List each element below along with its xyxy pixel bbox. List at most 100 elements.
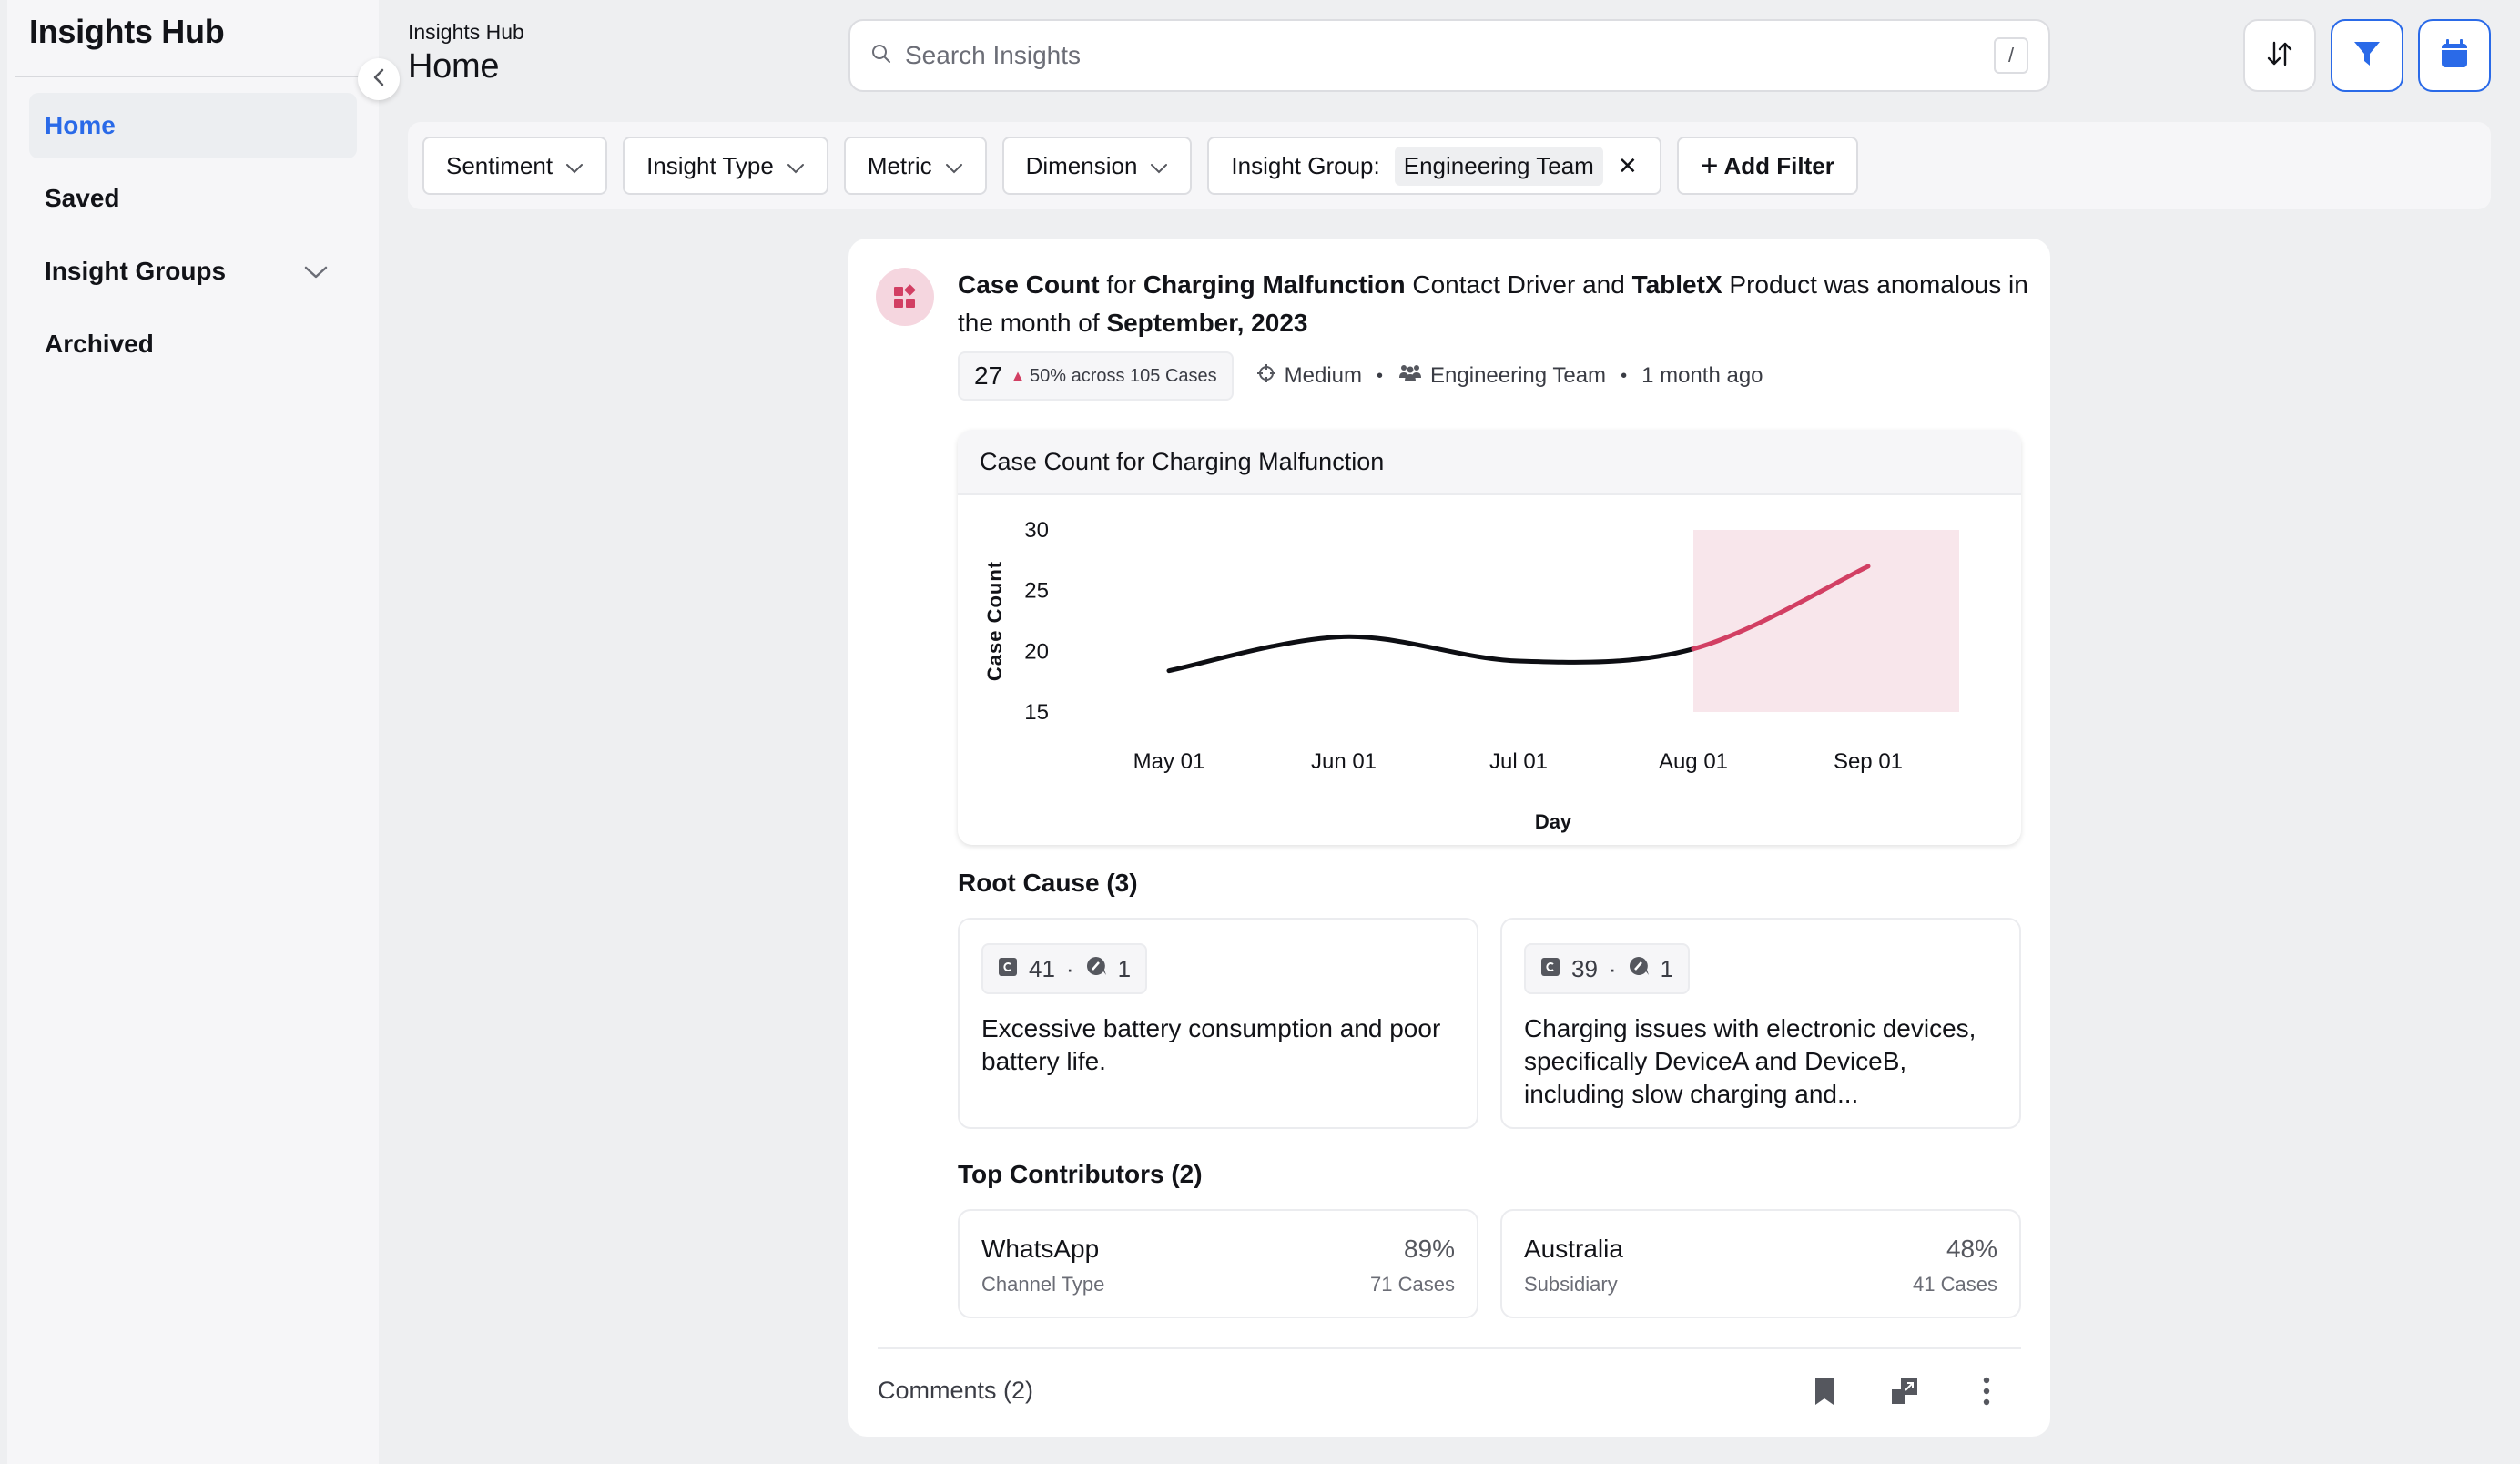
filter-metric[interactable]: Metric	[843, 137, 987, 195]
line-chart: 15 20 25 30 May 01 Jun 01 Jul 01 Aug 01 Sep 01 Ca…	[983, 518, 1959, 833]
trend-up-icon: ▲	[1010, 366, 1026, 385]
sort-icon	[2264, 38, 2295, 74]
date-range-button[interactable]	[2418, 19, 2491, 92]
root-cause-stats: 39 · 1	[1524, 943, 1691, 994]
root-cause-text: Excessive battery consumption and poor b…	[981, 1014, 1441, 1075]
sidebar-item-insight-groups[interactable]: Insight Groups	[29, 239, 357, 304]
headline-text: for	[1099, 270, 1143, 299]
app-title: Insights Hub	[29, 13, 225, 50]
open-external-button[interactable]	[1886, 1375, 1923, 1411]
search-bar[interactable]: /	[848, 19, 2050, 92]
contributor-card[interactable]: Australia Subsidiary 48% 41 Cases	[1500, 1209, 2021, 1318]
filter-value-chip: Engineering Team	[1394, 146, 1603, 186]
filter-dimension[interactable]: Dimension	[1001, 137, 1193, 195]
sidebar-divider	[15, 76, 364, 77]
contributor-percent: 89%	[1403, 1235, 1455, 1263]
priority-label: Medium	[1284, 363, 1363, 388]
comment-count: 1	[1117, 954, 1132, 982]
insight-type-icon	[876, 268, 934, 326]
y-tick-label: 20	[1024, 639, 1049, 664]
chevron-down-icon	[787, 152, 805, 180]
target-icon	[1255, 362, 1277, 391]
close-icon[interactable]: ✕	[1618, 152, 1638, 180]
metric-value: 27	[974, 361, 1003, 390]
root-cause-card[interactable]: 39 · 1 Charging issues with electronic d…	[1500, 918, 2021, 1129]
headline-product: TabletX	[1631, 270, 1722, 299]
series-line	[1166, 634, 1696, 674]
sidebar-item-label: Archived	[45, 330, 154, 358]
add-filter-label: Add Filter	[1723, 151, 1834, 179]
headline-text: Contact Driver and	[1405, 270, 1632, 299]
comment-count: 1	[1660, 954, 1674, 982]
filter-label: Dimension	[1025, 151, 1138, 179]
sidebar-nav: Home Saved Insight Groups Archived	[29, 93, 357, 384]
x-tick-label: Jul 01	[1489, 749, 1548, 774]
filter-icon	[2352, 39, 2382, 73]
y-tick-label: 30	[1024, 518, 1049, 543]
sidebar-item-label: Insight Groups	[45, 257, 227, 285]
x-axis-label: Day	[1535, 810, 1572, 833]
root-cause-stats: 41 · 1	[981, 943, 1148, 994]
filter-bar: Sentiment Insight Type Metric Dimension …	[408, 122, 2491, 209]
case-count: 41	[1029, 954, 1055, 982]
filter-button[interactable]	[2331, 19, 2403, 92]
chevron-left-icon	[371, 67, 386, 92]
separator: ·	[1608, 954, 1617, 982]
add-filter-button[interactable]: + Add Filter	[1676, 137, 1858, 195]
contributor-name: Australia	[1524, 1235, 1623, 1263]
case-icon	[1540, 955, 1560, 983]
insight-meta: 27 ▲ 50% across 105 Cases Medium • Engin…	[958, 351, 1763, 401]
comments-toggle[interactable]: Comments (2)	[878, 1377, 1033, 1405]
metric-change: 50% across 105 Cases	[1029, 365, 1217, 386]
root-cause-card[interactable]: 41 · 1 Excessive battery consumption and…	[958, 918, 1478, 1129]
filter-insight-type[interactable]: Insight Type	[623, 137, 828, 195]
filter-label: Insight Group:	[1231, 151, 1380, 179]
sidebar-item-saved[interactable]: Saved	[29, 166, 357, 231]
case-icon	[998, 955, 1018, 983]
breadcrumb[interactable]: Insights Hub	[408, 20, 524, 45]
chart-panel: Case Count for Charging Malfunction 15 20…	[958, 430, 2021, 845]
more-options-button[interactable]	[1968, 1375, 2005, 1411]
contributor-cases: 41 Cases	[1913, 1273, 1997, 1296]
metric-value-badge: 27 ▲ 50% across 105 Cases	[958, 351, 1234, 401]
search-shortcut-hint: /	[1994, 37, 2028, 74]
search-icon	[870, 43, 892, 69]
root-cause-text: Charging issues with electronic devices,…	[1524, 1014, 1976, 1108]
x-tick-label: May 01	[1133, 749, 1205, 774]
insight-headline[interactable]: Case Count for Charging Malfunction Cont…	[958, 266, 2032, 342]
comment-icon	[1628, 955, 1650, 983]
anomaly-region	[1693, 530, 1959, 712]
team-icon	[1397, 363, 1423, 390]
x-tick-label: Aug 01	[1659, 749, 1728, 774]
filter-sentiment[interactable]: Sentiment	[422, 137, 608, 195]
sidebar-item-label: Saved	[45, 184, 120, 212]
insight-card: Case Count for Charging Malfunction Cont…	[848, 239, 2050, 1437]
search-input[interactable]	[905, 41, 1994, 70]
headline-metric: Case Count	[958, 270, 1100, 299]
sidebar-item-archived[interactable]: Archived	[29, 311, 357, 377]
sort-button[interactable]	[2243, 19, 2316, 92]
bookmark-button[interactable]	[1806, 1375, 1843, 1411]
top-contributors-title: Top Contributors (2)	[958, 1160, 1203, 1188]
timestamp: 1 month ago	[1641, 363, 1763, 388]
sidebar-item-home[interactable]: Home	[29, 93, 357, 158]
contributor-percent: 48%	[1946, 1235, 1997, 1263]
filter-insight-group[interactable]: Insight Group: Engineering Team ✕	[1207, 137, 1661, 195]
collapse-sidebar-button[interactable]	[358, 58, 400, 100]
plus-icon: +	[1700, 148, 1719, 183]
external-link-icon	[1890, 1377, 1919, 1410]
chevron-down-icon	[303, 257, 329, 286]
separator: •	[1621, 365, 1628, 386]
y-axis-label: Case Count	[983, 561, 1006, 681]
filter-label: Sentiment	[446, 151, 554, 179]
page-title: Home	[408, 47, 500, 86]
contributor-type: Channel Type	[981, 1273, 1105, 1296]
contributor-name: WhatsApp	[981, 1235, 1100, 1263]
contributor-card[interactable]: WhatsApp Channel Type 89% 71 Cases	[958, 1209, 1478, 1318]
contributor-cases: 71 Cases	[1370, 1273, 1455, 1296]
sidebar: Insights Hub Home Saved Insight Groups A…	[7, 0, 379, 1464]
calendar-icon	[2440, 38, 2469, 74]
headline-period: September, 2023	[1106, 309, 1308, 337]
sidebar-item-label: Home	[45, 111, 116, 139]
separator: •	[1377, 365, 1384, 386]
